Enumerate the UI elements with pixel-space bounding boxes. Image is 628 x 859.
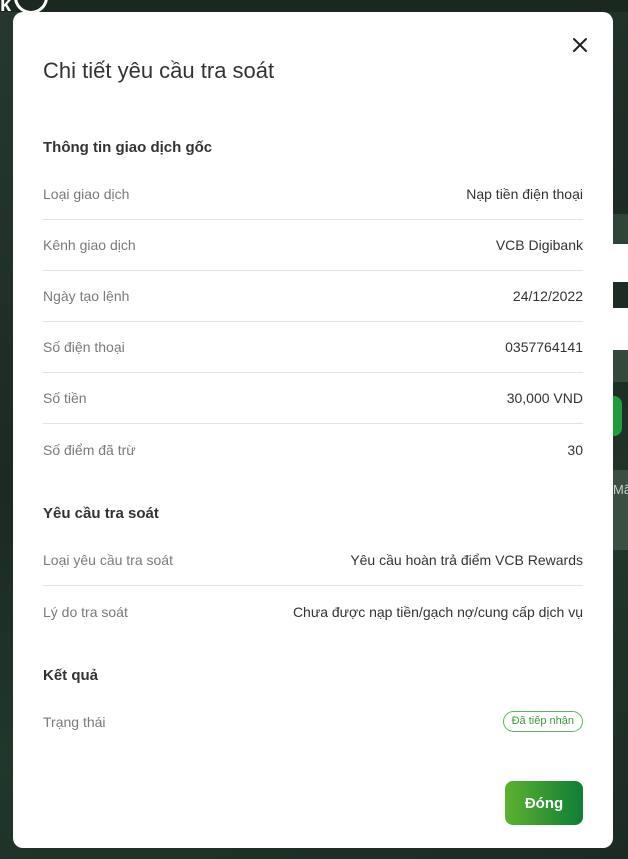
row-label: Số điện thoại: [43, 339, 125, 355]
detail-row: Loại giao dịch Nạp tiền điện thoại: [43, 169, 583, 220]
row-label: Ngày tạo lệnh: [43, 288, 130, 304]
row-value: 30,000 VND: [506, 390, 583, 406]
detail-row: Lý do tra soát Chưa được nạp tiền/gạch n…: [43, 586, 583, 637]
request-detail-modal: Chi tiết yêu cầu tra soát Thông tin giao…: [13, 12, 613, 848]
background-panel: [612, 244, 628, 282]
detail-row: Loại yêu cầu tra soát Yêu cầu hoàn trả đ…: [43, 535, 583, 586]
background-text: Mã: [613, 482, 628, 497]
row-label: Số tiền: [43, 390, 87, 406]
row-label: Kênh giao dịch: [43, 237, 136, 253]
row-value: VCB Digibank: [495, 237, 583, 253]
status-label: Trạng thái: [43, 713, 106, 730]
background-panel: [612, 350, 628, 382]
row-value: 0357764141: [505, 339, 583, 355]
section-title-original: Thông tin giao dịch gốc: [43, 139, 213, 156]
detail-row: Số tiền 30,000 VND: [43, 373, 583, 424]
row-label: Loại giao dịch: [43, 186, 130, 202]
status-row: Trạng thái Đã tiếp nhận: [43, 696, 583, 747]
row-value: 24/12/2022: [512, 288, 583, 304]
row-value: Yêu cầu hoàn trả điểm VCB Rewards: [350, 552, 583, 568]
close-button[interactable]: Đóng: [505, 781, 583, 825]
background-panel: [612, 214, 628, 244]
background-topbar: [0, 0, 628, 12]
detail-row: Số điểm đã trừ 30: [43, 424, 583, 475]
modal-title: Chi tiết yêu cầu tra soát: [43, 58, 275, 83]
brand-logo: k: [0, 0, 12, 16]
row-value: Chưa được nạp tiền/gạch nợ/cung cấp dịch…: [292, 603, 583, 620]
detail-row: Số điện thoại 0357764141: [43, 322, 583, 373]
row-label: Lý do tra soát: [43, 603, 128, 620]
detail-row: Ngày tạo lệnh 24/12/2022: [43, 271, 583, 322]
row-label: Số điểm đã trừ: [43, 441, 136, 458]
background-panel: [612, 308, 628, 350]
row-label: Loại yêu cầu tra soát: [43, 552, 173, 568]
section-title-result: Kết quả: [43, 667, 99, 684]
detail-row: Kênh giao dịch VCB Digibank: [43, 220, 583, 271]
section-title-request: Yêu cầu tra soát: [43, 505, 159, 522]
status-badge: Đã tiếp nhận: [502, 711, 583, 732]
row-value: Nạp tiền điện thoại: [466, 186, 583, 202]
close-icon[interactable]: [571, 36, 589, 54]
row-value: 30: [567, 441, 583, 458]
